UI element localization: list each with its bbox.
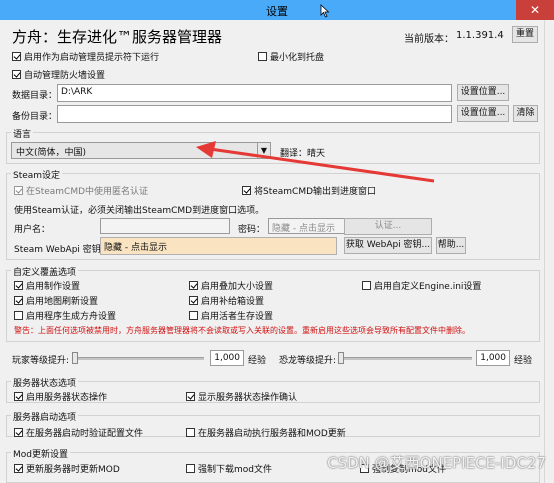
checkbox-label: 在SteamCMD中使用匿名认证 <box>26 187 149 197</box>
custom-warning-text: 警告：上面任何选项被禁用时，方舟服务器管理器将不会读取或写入关联的设置。重新启用… <box>14 326 470 335</box>
checkbox-label: 启用活者生存设置 <box>201 312 274 322</box>
custom-option-checkbox[interactable]: 启用程序生成方舟设置 <box>14 309 116 322</box>
checkbox-box <box>14 281 23 290</box>
server-status-group-title: 服务器状态选项 <box>11 376 79 389</box>
force-download-mod-checkbox[interactable]: 强制下载mod文件 <box>186 462 272 475</box>
mouse-cursor-icon <box>320 4 330 18</box>
username-label: 用户名： <box>14 225 51 235</box>
dino-level-slider[interactable] <box>338 352 472 364</box>
dino-level-label: 恐龙等级提升: <box>279 356 337 366</box>
steam-anonymous-checkbox[interactable]: 在SteamCMD中使用匿名认证 <box>14 184 148 197</box>
checkbox-box <box>14 428 23 437</box>
window-title: 设置 <box>266 5 288 18</box>
mod-update-group-title: Mod更新设置 <box>11 447 70 460</box>
custom-override-group-title: 自定义覆盖选项 <box>11 265 79 278</box>
checkbox-label: 启用地图刷新设置 <box>26 297 99 307</box>
checkbox-label: 启用作为启动管理员提示符下运行 <box>24 53 160 63</box>
startup-update-checkbox[interactable]: 在服务器启动执行服务器和MOD更新 <box>186 426 346 439</box>
checkbox-box <box>186 428 195 437</box>
version-label: 当前版本： <box>404 34 454 45</box>
vertical-scrollbar[interactable] <box>544 20 554 483</box>
checkbox-box <box>14 311 23 320</box>
reset-button[interactable]: 重置 <box>512 26 538 43</box>
checkbox-label: 启用程序生成方舟设置 <box>26 312 117 322</box>
checkbox-label: 显示服务器状态操作确认 <box>198 393 298 403</box>
annotation-arrow-icon <box>196 141 435 183</box>
enable-status-checkbox[interactable]: 启用服务器状态操作 <box>14 390 107 403</box>
checkbox-box <box>189 296 198 305</box>
backup-dir-input[interactable] <box>57 105 452 123</box>
checkbox-box <box>12 70 21 79</box>
slider-track <box>72 357 204 360</box>
checkbox-box <box>14 464 23 473</box>
dino-level-unit: 经验 <box>514 356 533 366</box>
custom-option-checkbox[interactable]: 启用制作设置 <box>14 279 80 292</box>
version-number: 1.1.391.4 <box>456 30 504 41</box>
custom-option-checkbox[interactable]: 启用叠加大小设置 <box>189 279 273 292</box>
checkbox-label: 启用制作设置 <box>26 282 81 292</box>
backup-dir-label: 备份目录： <box>12 112 58 122</box>
language-selected: 中文(简体，中国) <box>16 148 87 158</box>
slider-thumb[interactable] <box>338 352 344 364</box>
player-level-slider[interactable] <box>72 352 204 364</box>
language-group-title: 语言 <box>11 127 34 140</box>
checkbox-box <box>186 392 195 401</box>
username-input[interactable] <box>100 218 230 234</box>
help-button[interactable]: 帮助... <box>436 237 466 254</box>
get-webapi-key-button[interactable]: 获取 WebApi 密钥... <box>344 237 432 254</box>
checkbox-label: 在服务器启动执行服务器和MOD更新 <box>198 429 346 439</box>
player-level-label: 玩家等级提升: <box>12 356 70 366</box>
checkbox-box <box>12 52 21 61</box>
minimize-to-tray-checkbox[interactable]: 最小化到托盘 <box>258 50 324 63</box>
watermark: CSDN @艾西ONEPIECE-IDC27 <box>327 454 546 472</box>
checkbox-label: 更新服务器时更新MOD <box>26 465 120 475</box>
title-bar: 设置 ✕ <box>0 0 554 20</box>
checkbox-box <box>186 464 195 473</box>
webapi-key-input[interactable]: 隐藏 - 点击显示 <box>100 237 337 255</box>
auto-firewall-checkbox[interactable]: 自动管理防火墙设置 <box>12 68 105 81</box>
status-confirm-checkbox[interactable]: 显示服务器状态操作确认 <box>186 390 297 403</box>
data-dir-input[interactable]: D:\ARK <box>57 84 452 102</box>
player-level-input[interactable]: 1,000 <box>210 350 244 366</box>
slider-thumb[interactable] <box>72 352 78 364</box>
checkbox-label: 自动管理防火墙设置 <box>24 71 106 81</box>
password-label: 密码： <box>238 225 266 235</box>
app-title: 方舟：生存进化™服务器管理器 <box>12 28 223 46</box>
backup-dir-set-button[interactable]: 设置位置... <box>457 105 509 122</box>
data-dir-label: 数据目录： <box>12 91 58 101</box>
steam-group-title: Steam设定 <box>11 168 63 181</box>
steam-auth-note: 使用Steam认证，必须关闭输出SteamCMD到进度窗口选项。 <box>14 206 265 216</box>
slider-track <box>338 357 472 360</box>
checkbox-box <box>242 186 251 195</box>
server-startup-group-title: 服务器启动选项 <box>11 410 79 423</box>
validate-config-checkbox[interactable]: 在服务器启动时验证配置文件 <box>14 426 143 439</box>
close-button[interactable]: ✕ <box>516 0 554 20</box>
run-as-admin-checkbox[interactable]: 启用作为启动管理员提示符下运行 <box>12 50 159 63</box>
player-level-unit: 经验 <box>248 356 267 366</box>
checkbox-box <box>362 281 371 290</box>
checkbox-box <box>189 311 198 320</box>
checkbox-label: 最小化到托盘 <box>270 53 325 63</box>
checkbox-box <box>258 52 267 61</box>
checkbox-label: 启用叠加大小设置 <box>201 282 274 292</box>
checkbox-label: 强制下载mod文件 <box>198 465 272 475</box>
clear-button[interactable]: 清除 <box>513 105 538 122</box>
auth-button[interactable]: 认证... <box>344 218 432 235</box>
checkbox-box <box>14 296 23 305</box>
checkbox-box <box>14 392 23 401</box>
checkbox-label: 启用补给箱设置 <box>201 297 265 307</box>
dino-level-input[interactable]: 1,000 <box>476 350 510 366</box>
checkbox-label: 在服务器启动时验证配置文件 <box>26 429 144 439</box>
custom-option-checkbox[interactable]: 启用补给箱设置 <box>189 294 264 307</box>
checkbox-box <box>14 186 23 195</box>
webapi-label: Steam WebApi 密钥: <box>14 245 104 255</box>
checkbox-box <box>189 281 198 290</box>
update-mod-checkbox[interactable]: 更新服务器时更新MOD <box>14 462 120 475</box>
checkbox-label: 启用自定义Engine.ini设置 <box>374 282 482 292</box>
custom-option-checkbox[interactable]: 启用自定义Engine.ini设置 <box>362 279 481 292</box>
custom-option-checkbox[interactable]: 启用活者生存设置 <box>189 309 273 322</box>
data-dir-set-button[interactable]: 设置位置... <box>457 84 509 101</box>
custom-option-checkbox[interactable]: 启用地图刷新设置 <box>14 294 98 307</box>
checkbox-label: 启用服务器状态操作 <box>26 393 108 403</box>
